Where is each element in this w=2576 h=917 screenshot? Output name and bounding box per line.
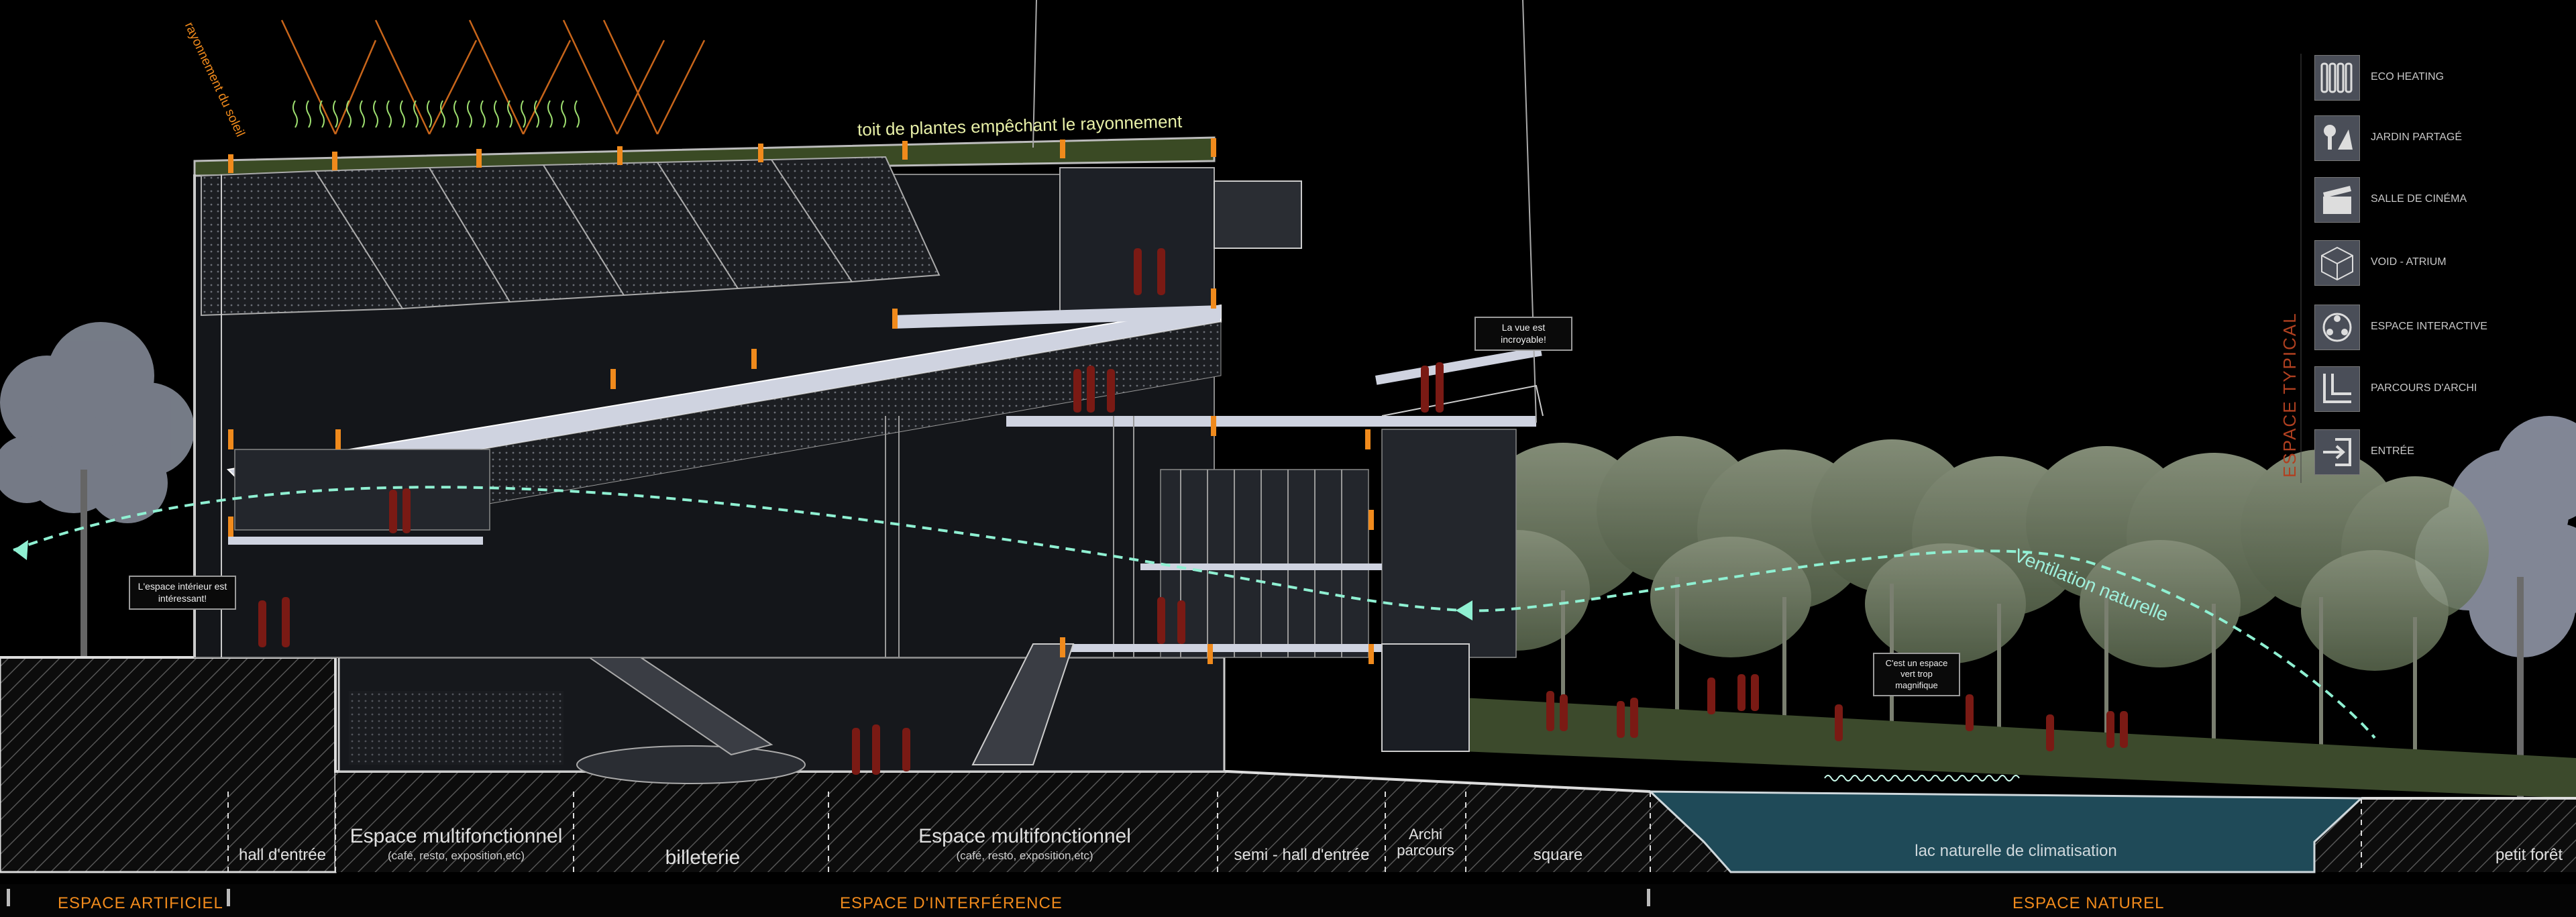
legend-title: ESPACE TYPICAL — [2279, 312, 2300, 478]
path-icon — [2314, 366, 2360, 412]
legend-item-entree: ENTRÉE — [2314, 429, 2516, 476]
cube-icon — [2314, 240, 2360, 286]
interactive-icon — [2314, 305, 2360, 350]
legend-label-jardin: JARDIN PARTAGÉ — [2371, 131, 2463, 143]
grass-lawn — [1462, 698, 2576, 798]
legend-item-void: VOID - ATRIUM — [2314, 240, 2516, 287]
legend-label-cinema: SALLE DE CINÉMA — [2371, 193, 2467, 205]
zone-multi-2: Espace multifonctionnel (café, resto, ex… — [832, 825, 1218, 863]
vent-arrow-left-icon — [13, 540, 28, 560]
zone-billeterie: billeterie — [665, 847, 741, 869]
legend-item-parcours: PARCOURS D'ARCHI — [2314, 366, 2516, 413]
legend-label-void: VOID - ATRIUM — [2371, 256, 2447, 268]
zone-foret: petit forêt — [2495, 846, 2563, 864]
legend-label-entree: ENTRÉE — [2371, 445, 2414, 457]
band-interference: ESPACE D'INTERFÉRENCE — [840, 894, 1063, 912]
lake-waves-icon — [1824, 775, 2020, 781]
zone-multi-2-title: Espace multifonctionnel — [918, 825, 1131, 847]
legend-label-eco-heating: ECO HEATING — [2371, 71, 2445, 83]
zone-multi-1-sub: (café, resto, exposition,etc) — [387, 849, 525, 862]
legend-item-eco-heating: ECO HEATING — [2314, 55, 2516, 102]
band-naturel: ESPACE NATUREL — [2012, 894, 2165, 912]
legend-label-interactive: ESPACE INTERACTIVE — [2371, 321, 2487, 332]
zone-lac: lac naturelle de climatisation — [1915, 842, 2117, 860]
zone-hall: hall d'entrée — [238, 846, 326, 864]
entrance-icon — [2314, 429, 2360, 475]
speech-bubble-interior: L'espace intérieur est intéressant! — [129, 576, 236, 610]
heat-waves-icon — [292, 100, 580, 128]
legend-item-interactive: ESPACE INTERACTIVE — [2314, 305, 2516, 352]
zone-multi-2-sub: (café, resto, exposition,etc) — [956, 849, 1093, 862]
building-section — [193, 0, 1544, 784]
clapperboard-icon — [2314, 177, 2360, 223]
zone-multi-1-title: Espace multifonctionnel — [350, 825, 563, 847]
zone-multi-1: Espace multifonctionnel (café, resto, ex… — [339, 825, 574, 863]
legend-label-parcours: PARCOURS D'ARCHI — [2371, 382, 2477, 394]
zone-square: square — [1533, 846, 1583, 864]
legend-item-jardin: JARDIN PARTAGÉ — [2314, 115, 2516, 162]
zone-semihall: semi - hall d'entrée — [1234, 846, 1370, 864]
solar-rays — [280, 19, 706, 135]
speech-bubble-view: La vue est incroyable! — [1474, 317, 1572, 351]
radiator-icon — [2314, 55, 2360, 101]
bottom-band — [0, 884, 2576, 917]
speech-bubble-space: C'est un espace vert trop magnifique — [1873, 653, 1960, 696]
zone-archi: Archi parcours — [1397, 826, 1454, 859]
garden-icon — [2314, 115, 2360, 161]
section-drawing — [0, 0, 2576, 917]
band-artificiel: ESPACE ARTIFICIEL — [58, 894, 223, 912]
legend-item-cinema: SALLE DE CINÉMA — [2314, 177, 2516, 224]
